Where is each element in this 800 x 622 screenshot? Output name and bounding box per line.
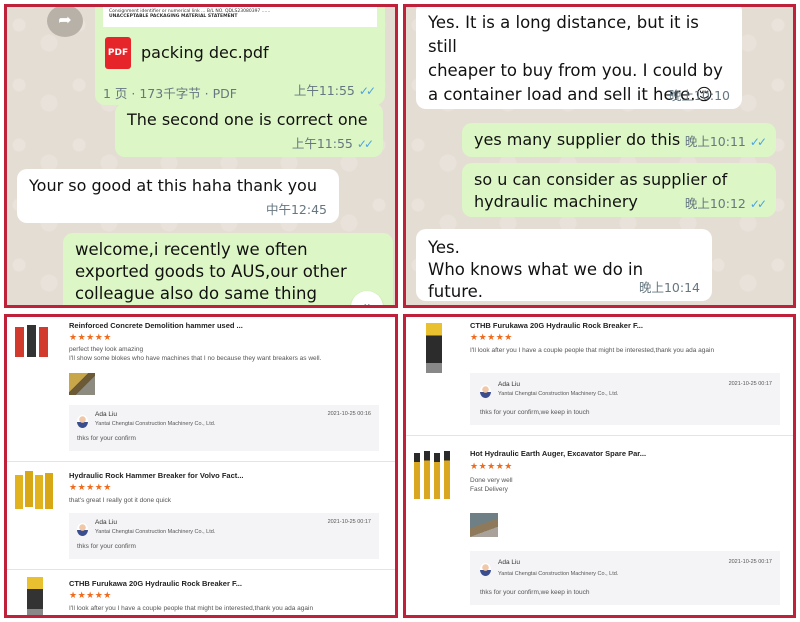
divider [406, 435, 793, 436]
reply-date: 2021-10-25 00:17 [728, 559, 772, 565]
message-bubble[interactable]: Yes. Who knows what we do in future. 晚上1… [416, 229, 712, 301]
review-text: I'll show some blokes who have machines … [69, 355, 322, 362]
seller-reply: Ada Liu Yantai Chengtai Construction Mac… [470, 551, 780, 605]
avatar [480, 563, 491, 576]
product-thumbnail[interactable] [13, 469, 57, 515]
seller-reply: Ada Liu Yantai Chengtai Construction Mac… [69, 513, 379, 559]
seller-reply: Ada Liu Yantai Chengtai Construction Mac… [470, 373, 780, 425]
read-receipt-icon: ✓✓ [356, 137, 374, 151]
message-bubble[interactable]: welcome,i recently we often exported goo… [63, 233, 393, 305]
read-receipt-icon: ✓✓ [749, 197, 767, 211]
document-preview: Consignment identifier or numerical link… [103, 7, 377, 27]
product-thumbnail[interactable] [13, 323, 57, 361]
reviews-panel-right: CTHB Furukawa 20G Hydraulic Rock Breaker… [403, 314, 796, 618]
review-text: Done very well [470, 477, 513, 484]
reply-date: 2021-10-25 00:16 [327, 411, 371, 417]
review-text: I'll look after you I have a couple peop… [470, 347, 715, 354]
rating-stars: ★★★★★ [69, 590, 112, 600]
reply-company: Yantai Chengtai Construction Machinery C… [498, 571, 619, 577]
review-photo[interactable] [69, 373, 95, 395]
message-time: 上午11:55 ✓✓ [293, 83, 376, 98]
reply-company: Yantai Chengtai Construction Machinery C… [498, 391, 619, 397]
reply-date: 2021-10-25 00:17 [728, 381, 772, 387]
chat-panel-left: ➦ Consignment identifier or numerical li… [4, 4, 398, 308]
reply-company: Yantai Chengtai Construction Machinery C… [95, 421, 216, 427]
product-title[interactable]: Hydraulic Rock Hammer Breaker for Volvo … [69, 471, 244, 480]
message-text: Your so good at this haha thank you [29, 176, 317, 195]
reviews-panel-left: Reinforced Concrete Demolition hammer us… [4, 314, 398, 618]
reply-name: Ada Liu [95, 411, 118, 418]
document-meta: 1 页 · 173千字节 · PDF [103, 86, 237, 101]
divider [7, 569, 395, 570]
review-text: that's great I really got it done quick [69, 497, 172, 504]
divider [7, 461, 395, 462]
message-time: 晚上10:12 ✓✓ [684, 196, 767, 211]
chat-panel-right: Yes. It is a long distance, but it is st… [403, 4, 796, 308]
reply-date: 2021-10-25 00:17 [327, 519, 371, 525]
rating-stars: ★★★★★ [69, 482, 112, 492]
reply-name: Ada Liu [498, 381, 521, 388]
forward-icon[interactable]: ➦ [47, 7, 83, 37]
reply-name: Ada Liu [95, 519, 118, 526]
review-photo[interactable] [470, 513, 498, 537]
reply-text: thks for your confirm,we keep in touch [480, 589, 590, 596]
review-text: perfect they look amazing [69, 346, 144, 353]
message-bubble[interactable]: The second one is correct one 上午11:55 ✓✓ [115, 103, 383, 157]
document-name: packing dec.pdf [141, 43, 269, 62]
message-text: The second one is correct one [127, 110, 368, 129]
message-bubble[interactable]: Your so good at this haha thank you 中午12… [17, 169, 339, 223]
message-text: welcome,i recently we often exported goo… [75, 240, 347, 303]
product-thumbnail[interactable] [410, 449, 456, 503]
product-title[interactable]: CTHB Furukawa 20G Hydraulic Rock Breaker… [69, 579, 242, 588]
product-title[interactable]: Reinforced Concrete Demolition hammer us… [69, 321, 243, 330]
product-title[interactable]: Hot Hydraulic Earth Auger, Excavator Spa… [470, 449, 646, 458]
reply-text: thks for your confirm [77, 543, 136, 550]
review-text: I'll look after you I have a couple peop… [69, 605, 314, 612]
seller-reply: Ada Liu Yantai Chengtai Construction Mac… [69, 405, 379, 451]
pdf-file-icon: PDF [105, 37, 131, 69]
message-time: 晚上10:10 [668, 88, 730, 103]
reply-text: thks for your confirm,we keep in touch [480, 409, 590, 416]
avatar [480, 385, 491, 398]
rating-stars: ★★★★★ [470, 461, 513, 471]
document-message[interactable]: Consignment identifier or numerical link… [95, 7, 385, 105]
avatar [77, 415, 88, 428]
message-bubble[interactable]: Yes. It is a long distance, but it is st… [416, 7, 742, 109]
read-receipt-icon: ✓✓ [358, 84, 376, 98]
avatar [77, 523, 88, 536]
message-time: 晚上10:11 ✓✓ [684, 134, 767, 149]
product-title[interactable]: CTHB Furukawa 20G Hydraulic Rock Breaker… [470, 321, 643, 330]
rating-stars: ★★★★★ [470, 332, 513, 342]
product-thumbnail[interactable] [13, 577, 57, 615]
reply-company: Yantai Chengtai Construction Machinery C… [95, 529, 216, 535]
read-receipt-icon: ✓✓ [749, 135, 767, 149]
reply-name: Ada Liu [498, 559, 521, 566]
message-bubble[interactable]: so u can consider as supplier of hydraul… [462, 163, 776, 217]
rating-stars: ★★★★★ [69, 332, 112, 342]
review-text: Fast Delivery [470, 486, 508, 493]
message-bubble[interactable]: yes many supplier do this 晚上10:11 ✓✓ [462, 123, 776, 157]
message-time: 中午12:45 [265, 202, 327, 217]
doc-header-line: UNACCEPTABLE PACKAGING MATERIAL STATEMEN… [109, 14, 238, 19]
message-time: 上午11:55 ✓✓ [291, 136, 374, 151]
product-thumbnail[interactable] [412, 321, 456, 375]
reply-text: thks for your confirm [77, 435, 136, 442]
message-time: 晚上10:14 [638, 280, 700, 295]
